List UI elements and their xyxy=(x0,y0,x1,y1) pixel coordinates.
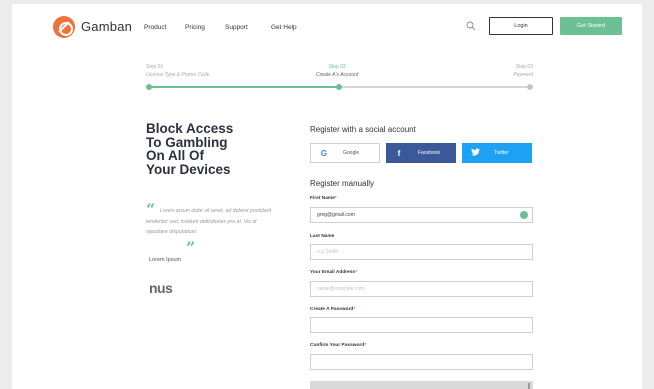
scroll-handle[interactable] xyxy=(528,383,530,389)
manual-register-title: Register manually xyxy=(310,179,375,188)
get-started-button[interactable]: Get Started xyxy=(560,17,622,35)
gamban-logo-icon[interactable] xyxy=(53,16,75,38)
email-placeholder: name@example.com xyxy=(317,286,365,292)
facebook-label: Facebook xyxy=(418,150,440,156)
nav-pricing[interactable]: Pricing xyxy=(185,24,205,31)
step-3-dot xyxy=(527,84,533,90)
twitter-button[interactable]: Twitter xyxy=(462,143,532,163)
nav-support[interactable]: Support xyxy=(225,24,248,31)
valid-check-icon xyxy=(520,211,528,219)
confirm-password-field[interactable] xyxy=(310,354,533,370)
google-icon: G xyxy=(320,148,328,158)
submit-bar[interactable] xyxy=(310,381,533,389)
last-name-field[interactable]: e.g Smith xyxy=(310,244,533,260)
nus-logo: nus xyxy=(149,280,173,296)
login-button[interactable]: Login xyxy=(489,17,553,35)
nav-product[interactable]: Product xyxy=(144,24,166,31)
facebook-button[interactable]: f Facebook xyxy=(386,143,456,163)
page: Gamban Product Pricing Support Get Help … xyxy=(12,4,642,389)
step-2-desc: Create A's Account xyxy=(316,72,359,78)
first-name-field[interactable]: greg@gmail.com xyxy=(310,207,533,223)
testimonial-author: Lorem Ipsum xyxy=(149,257,182,263)
step-2: Step 02 Create A's Account xyxy=(316,63,358,79)
confirm-password-label: Confirm Your Password* xyxy=(310,343,367,348)
step-1-dot xyxy=(146,84,152,90)
logo-text[interactable]: Gamban xyxy=(81,19,132,34)
google-button[interactable]: G Google xyxy=(310,143,380,163)
step-3: Step 03 Payment xyxy=(502,63,533,79)
email-field[interactable]: name@example.com xyxy=(310,281,533,297)
first-name-label: First Name* xyxy=(310,196,337,201)
headline-line-2: To Gambling xyxy=(146,134,228,150)
twitter-label: Twitter xyxy=(494,150,509,156)
step-2-title: Step 02 xyxy=(328,64,346,70)
first-name-value: greg@gmail.com xyxy=(317,212,355,218)
headline-line-3: On All Of xyxy=(146,148,204,163)
twitter-icon xyxy=(470,148,480,158)
testimonial-quote: Lorem ipsum dolor sit amet, ad debent po… xyxy=(146,208,272,235)
progress-line-remaining xyxy=(339,86,531,88)
google-label: Google xyxy=(343,150,360,156)
step-1-desc: Licence Type & Promo Code xyxy=(146,72,210,78)
last-name-label: Last Name xyxy=(310,234,335,239)
progress-line-complete xyxy=(149,86,339,88)
close-quote-icon: ” xyxy=(186,238,196,257)
step-1: Step 01 Licence Type & Promo Code xyxy=(146,63,210,79)
social-register-title: Register with a social account xyxy=(310,125,416,134)
nav-get-help[interactable]: Get Help xyxy=(271,24,297,31)
last-name-placeholder: e.g Smith xyxy=(317,249,339,255)
step-2-dot xyxy=(336,84,342,90)
create-password-field[interactable] xyxy=(310,317,533,333)
search-icon[interactable] xyxy=(466,21,476,31)
headline-line-1: Block Access xyxy=(146,121,234,136)
email-label: Your Email Address* xyxy=(310,270,357,275)
step-1-title: Step 01 xyxy=(146,64,164,70)
facebook-icon: f xyxy=(397,148,401,158)
headline-line-4: Your Devices xyxy=(146,161,231,177)
step-3-desc: Payment xyxy=(513,72,533,78)
step-3-title: Step 03 xyxy=(515,64,533,70)
create-password-label: Create A Password* xyxy=(310,307,356,312)
hero-headline: Block Access To Gambling On All Of Your … xyxy=(146,122,276,176)
